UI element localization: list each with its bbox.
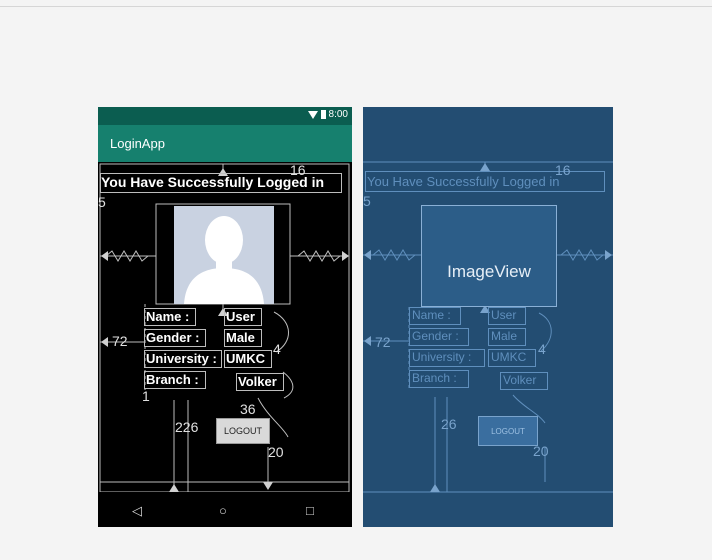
bp-label-name-box (409, 307, 461, 325)
bp-dim-left-small: 5 (363, 193, 371, 209)
back-icon[interactable]: ◁ (132, 503, 142, 519)
dim-small-one: 1 (142, 388, 150, 404)
dim-left-margin: 72 (112, 333, 128, 349)
bp-label-gender-box (409, 328, 469, 346)
app-bar: LoginApp (98, 125, 352, 162)
value-name-box (224, 308, 262, 326)
bp-label-branch-box (409, 370, 469, 388)
bp-dim-left-margin: 72 (375, 334, 391, 350)
layout-canvas: You Have Successfully Logged in 16 5 Nam… (98, 162, 352, 492)
bp-dim-top-right: 16 (555, 162, 571, 178)
profile-image[interactable] (174, 206, 274, 304)
recents-icon[interactable]: □ (306, 503, 314, 518)
top-divider (0, 6, 712, 7)
bp-dim-right-margin: 4 (538, 341, 546, 357)
user-silhouette-icon (184, 216, 264, 304)
label-gender-box (144, 329, 206, 347)
label-name-box (144, 308, 196, 326)
dim-right-margin: 4 (273, 341, 281, 357)
bp-label-university-box (409, 349, 485, 367)
dim-logout-bottom: 20 (268, 444, 284, 460)
dim-logout-left: 226 (175, 419, 199, 435)
bp-value-branch-box (500, 372, 548, 390)
wifi-icon (307, 110, 318, 119)
blueprint-preview[interactable]: You Have Successfully Logged in 16 5 Ima… (363, 107, 613, 527)
label-branch-box (144, 371, 206, 389)
design-preview[interactable]: 8:00 LoginApp You Have Successfully Logg… (98, 107, 352, 527)
value-university-box (224, 350, 272, 368)
logout-button[interactable]: LOGOUT (216, 418, 270, 444)
label-university-box (144, 350, 222, 368)
status-time: 8:00 (328, 109, 348, 120)
dim-logout-top: 36 (240, 401, 256, 417)
bp-value-university-box (488, 349, 536, 367)
navigation-bar: ◁ ○ □ (98, 495, 352, 527)
home-icon[interactable]: ○ (219, 503, 227, 518)
bp-logout-button[interactable]: LOGOUT (478, 416, 538, 446)
app-title: LoginApp (110, 136, 165, 151)
value-branch-box (236, 373, 284, 391)
value-gender-box (224, 329, 262, 347)
battery-icon (320, 110, 326, 119)
bp-dim-logout-left: 26 (441, 416, 457, 432)
bp-value-name-box (488, 307, 526, 325)
dim-top-right: 16 (290, 162, 306, 178)
imageview-placeholder[interactable]: ImageView (421, 205, 557, 307)
bp-value-gender-box (488, 328, 526, 346)
imageview-label: ImageView (447, 262, 531, 281)
dim-left-small: 5 (98, 194, 106, 210)
status-bar: 8:00 (98, 107, 352, 125)
